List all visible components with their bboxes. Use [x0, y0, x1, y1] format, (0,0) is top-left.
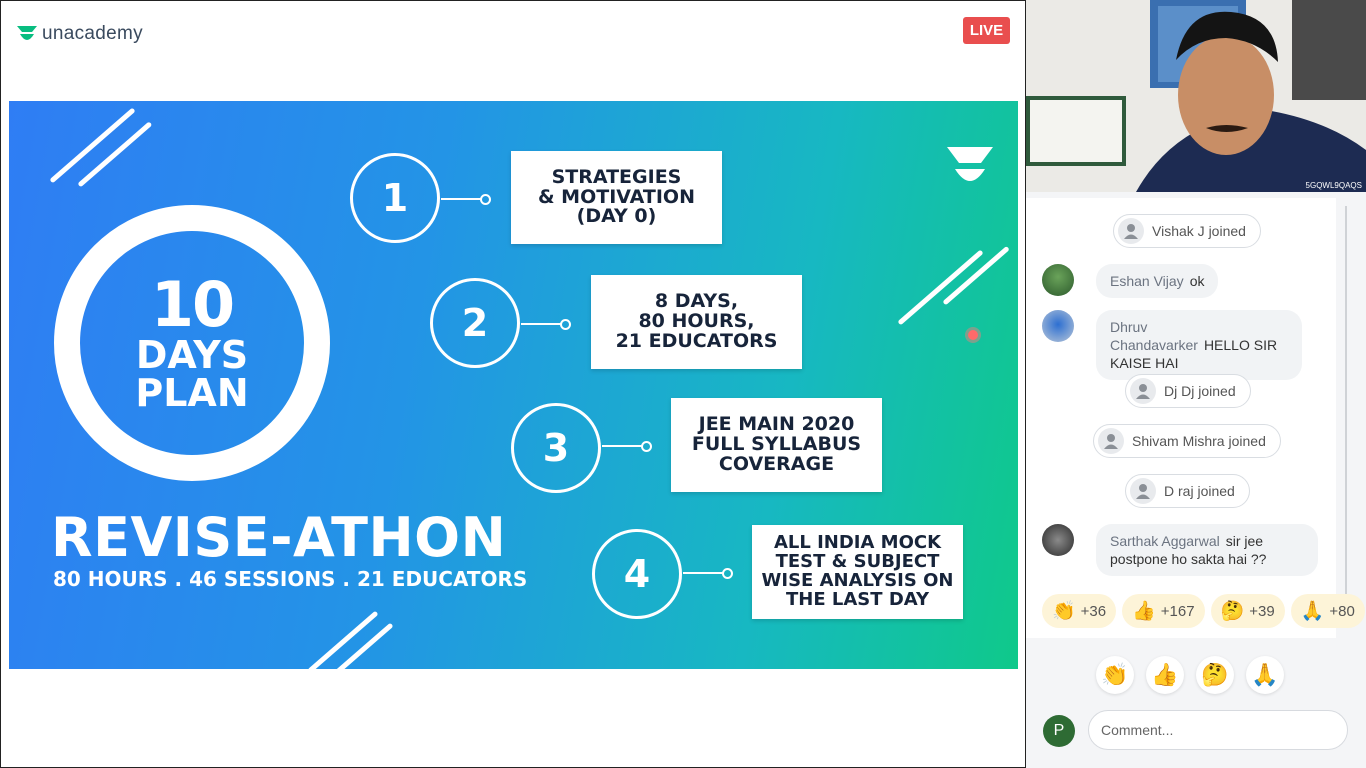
join-suffix: joined: [1198, 383, 1236, 399]
pray-button[interactable]: 🙏: [1246, 656, 1284, 694]
thinking-button[interactable]: 🤔: [1196, 656, 1234, 694]
reaction-buttons: 👏 👍 🤔 🙏: [1096, 656, 1284, 694]
slide: 10 DAYS PLAN REVISE-ATHON 80 HOURS . 46 …: [9, 101, 1018, 669]
educator-video-frame: [1026, 0, 1366, 192]
plan-word-plan: PLAN: [135, 371, 249, 415]
step-1-number: 1: [350, 153, 440, 243]
chat-author: Dhruv Chandavarker: [1110, 319, 1198, 353]
join-notice: Shivam Mishra joined: [1093, 424, 1281, 458]
laser-pointer: [968, 330, 978, 340]
join-suffix: joined: [1228, 433, 1266, 449]
step-connector: [683, 572, 723, 574]
avatar: [1042, 264, 1074, 296]
slide-title: REVISE-ATHON: [51, 506, 507, 569]
reaction-count: +39: [1249, 602, 1275, 620]
reaction-count-clap: 👏 +36: [1042, 594, 1117, 628]
slide-decoration: [77, 121, 153, 188]
chat-bubble: Eshan Vijay ok: [1096, 264, 1219, 298]
join-suffix: joined: [1208, 223, 1246, 239]
step-4-box: ALL INDIA MOCK TEST & SUBJECT WISE ANALY…: [752, 525, 963, 619]
step-connector-dot: [480, 194, 491, 205]
reaction-count: +167: [1160, 602, 1195, 620]
step-connector: [441, 198, 481, 200]
step-connector-dot: [560, 319, 571, 330]
thinking-icon: 🤔: [1220, 601, 1245, 622]
join-notice: Vishak J joined: [1113, 214, 1261, 248]
user-default-icon: [1098, 428, 1124, 454]
user-default-icon: [1130, 378, 1156, 404]
avatar: [1042, 524, 1074, 556]
step-1-box: STRATEGIES & MOTIVATION (DAY 0): [511, 151, 722, 244]
clap-button[interactable]: 👏: [1096, 656, 1134, 694]
join-notice: D raj joined: [1125, 474, 1250, 508]
chat-scrollbar[interactable]: [1336, 198, 1366, 638]
join-suffix: joined: [1197, 483, 1235, 499]
live-badge: LIVE: [963, 17, 1010, 44]
comment-input[interactable]: [1088, 710, 1348, 750]
presentation-panel: unacademy LIVE 10 DAYS PLAN REVISE-ATHON…: [0, 0, 1026, 768]
chat-bubble: Dhruv Chandavarker HELLO SIR KAISE HAI: [1096, 310, 1302, 380]
reaction-composer: 👏 👍 🤔 🙏 P: [1026, 640, 1366, 768]
chat-feed[interactable]: Vishak J joined Eshan Vijay ok Dhruv Chan…: [1026, 198, 1336, 638]
step-2-number: 2: [430, 278, 520, 368]
side-panel: 5GQWL9QAQS Vishak J joined Eshan Vijay ok…: [1026, 0, 1366, 768]
join-name: Vishak J: [1152, 223, 1205, 239]
chat-author: Sarthak Aggarwal: [1110, 533, 1220, 549]
step-connector: [521, 323, 561, 325]
chat-message: Sarthak Aggarwal sir jee postpone ho sakt…: [1042, 524, 1318, 576]
avatar: [1042, 310, 1074, 342]
reaction-count-pray: 🙏 +80: [1290, 594, 1365, 628]
reaction-counters: 👏 +36 👍 +167 🤔 +39 🙏 +80: [1042, 594, 1365, 628]
chat-message: Eshan Vijay ok: [1042, 264, 1219, 298]
chat-author: Eshan Vijay: [1110, 273, 1184, 289]
scrollbar-track[interactable]: [1345, 206, 1347, 626]
unacademy-logo-icon: [17, 26, 37, 40]
step-2-box: 8 DAYS, 80 HOURS, 21 EDUCATORS: [591, 275, 802, 369]
reaction-count-thumbs-up: 👍 +167: [1122, 594, 1205, 628]
thumbs-up-icon: 👍: [1132, 601, 1156, 622]
step-4-number: 4: [592, 529, 682, 619]
clap-icon: 👏: [1052, 601, 1076, 622]
step-3-number: 3: [511, 403, 601, 493]
reaction-count: +36: [1080, 602, 1107, 620]
brand-name: unacademy: [42, 23, 143, 44]
user-avatar[interactable]: P: [1043, 715, 1075, 747]
slide-subtitle: 80 HOURS . 46 SESSIONS . 21 EDUCATORS: [53, 567, 528, 591]
step-connector: [602, 445, 642, 447]
reaction-count-thinking: 🤔 +39: [1210, 594, 1285, 628]
slide-decoration: [307, 610, 379, 669]
unacademy-logo[interactable]: unacademy: [16, 23, 143, 45]
join-name: Shivam Mishra: [1132, 433, 1225, 449]
slide-unacademy-icon: [947, 147, 993, 181]
join-name: Dj Dj: [1164, 383, 1195, 399]
plan-word-days: DAYS: [135, 333, 249, 377]
slide-decoration: [897, 249, 984, 326]
step-3-box: JEE MAIN 2020 FULL SYLLABUS COVERAGE: [671, 398, 882, 492]
join-notice: Dj Dj joined: [1125, 374, 1251, 408]
session-code: 5GQWL9QAQS: [1305, 181, 1362, 190]
user-default-icon: [1130, 478, 1156, 504]
pray-icon: 🙏: [1300, 601, 1325, 622]
step-connector-dot: [722, 568, 733, 579]
educator-video: 5GQWL9QAQS: [1026, 0, 1366, 192]
step-connector-dot: [641, 441, 652, 452]
reaction-count: +80: [1329, 602, 1355, 620]
thumbs-up-button[interactable]: 👍: [1146, 656, 1184, 694]
ten-days-plan-ring: 10 DAYS PLAN: [54, 205, 330, 481]
chat-text: ok: [1189, 273, 1205, 289]
user-default-icon: [1118, 218, 1144, 244]
join-name: D raj: [1164, 483, 1194, 499]
plan-number: 10: [150, 268, 235, 341]
chat-message: Dhruv Chandavarker HELLO SIR KAISE HAI: [1042, 310, 1302, 380]
chat-bubble: Sarthak Aggarwal sir jee postpone ho sakt…: [1096, 524, 1318, 576]
